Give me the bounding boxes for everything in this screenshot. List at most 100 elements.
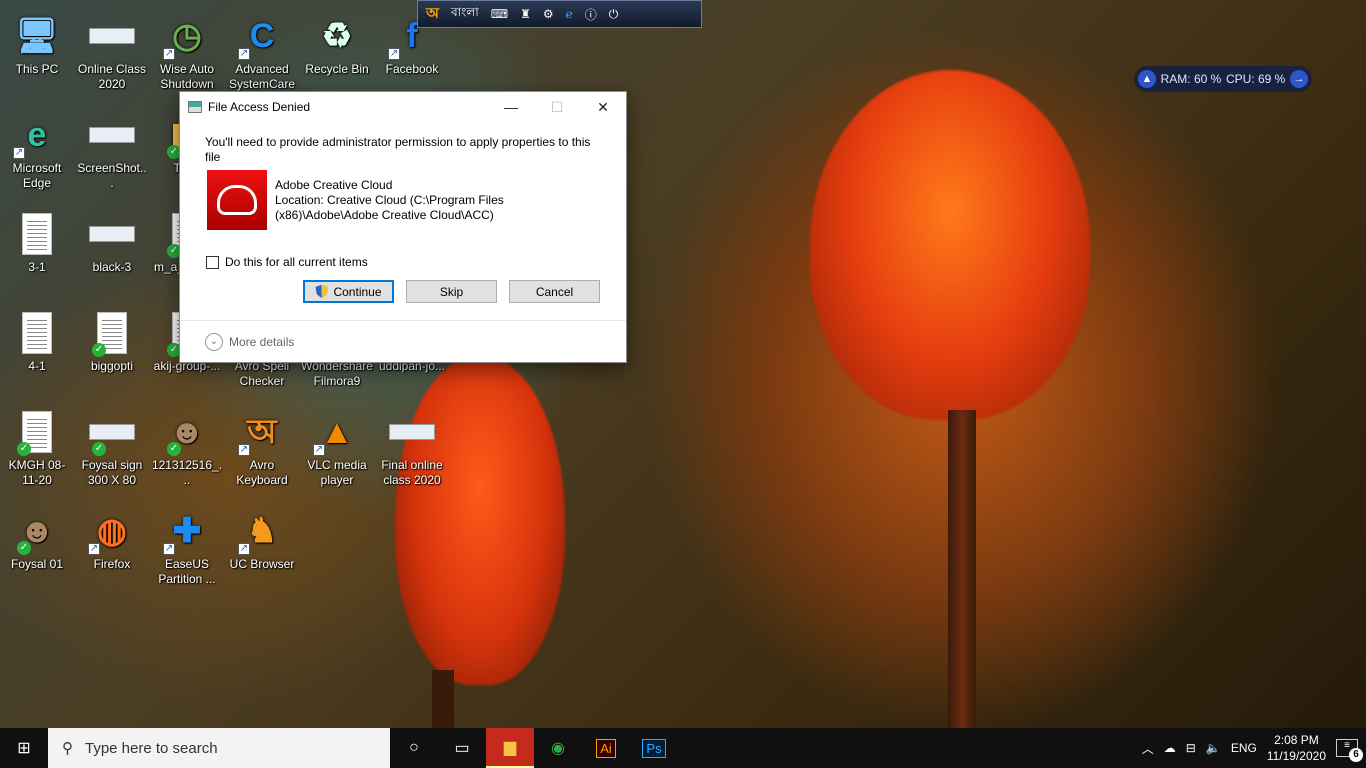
document-icon[interactable]: ✓ [88, 309, 136, 357]
desktop[interactable]: 🖥 This PC Online Class 2020 ◷ ↗ Wise Auto Shu… [0, 0, 1366, 728]
clock-date: 11/19/2020 [1266, 749, 1326, 763]
task-view-button[interactable]: ▭ [438, 728, 486, 768]
desktop-icon-label: VLC media player [307, 458, 367, 487]
search-box[interactable]: ⚲ Type here to search [48, 728, 390, 768]
document-icon[interactable]: ✓ [13, 408, 61, 456]
volume-icon[interactable]: 🔈 [1206, 741, 1221, 755]
continue-button[interactable]: Continue [303, 280, 394, 303]
desktop-icon-label: 121312516_... [151, 458, 223, 487]
desktop-icon-label: Foysal 01 [10, 557, 64, 571]
power-icon[interactable]: ⏻ [609, 7, 619, 22]
dialog-titlebar[interactable]: File Access Denied — ☐ ✕ [180, 92, 626, 122]
easeus-icon[interactable]: ✚ ↗ [163, 507, 211, 555]
taskbar: ⊞ ⚲ Type here to search ○ ▭ ▆ ◉ Ai Ps ︿ … [0, 728, 1366, 768]
desktop-icon[interactable]: ▲ ↗ VLC media player [299, 402, 375, 494]
clock[interactable]: 2:08 PM 11/19/2020 [1267, 732, 1326, 764]
desktop-icon[interactable]: ✓ Foysal sign 300 X 80 [74, 402, 150, 494]
desktop-icon[interactable]: ♞ ↗ UC Browser [224, 501, 300, 593]
arrow-right-icon[interactable]: → [1289, 70, 1308, 88]
chevron-up-icon[interactable]: ︿ [1142, 740, 1154, 757]
document-icon[interactable] [13, 309, 61, 357]
avro-logo-icon[interactable]: অ [426, 2, 439, 27]
apply-all-label[interactable]: Do this for all current items [225, 255, 368, 269]
cancel-button[interactable]: Cancel [509, 280, 600, 303]
system-monitor-widget[interactable]: ▲ RAM: 60 % CPU: 69 % → [1134, 66, 1312, 92]
firefox-icon[interactable]: ◍ ↗ [88, 507, 136, 555]
desktop-icon[interactable]: 4-1 [0, 303, 75, 395]
web-icon[interactable]: ℯ [566, 7, 573, 21]
notification-icon[interactable]: ≡ 6 [1336, 739, 1363, 762]
desktop-icon[interactable]: Final online class 2020 [374, 402, 450, 494]
image-file-icon[interactable] [88, 111, 136, 159]
desktop-icon[interactable]: ✓ KMGH 08-11-20 [0, 402, 75, 494]
skip-button[interactable]: Skip [406, 280, 497, 303]
tools-icon[interactable]: ♜ [520, 7, 531, 21]
language-indicator[interactable]: ENG [1231, 741, 1257, 755]
image-file-icon[interactable] [388, 408, 436, 456]
desktop-icon[interactable]: Online Class 2020 [74, 6, 150, 98]
shortcut-arrow-icon: ↗ [13, 147, 25, 159]
avro-language-label[interactable]: বাংলা [451, 4, 479, 24]
taskbar-photoshop[interactable]: Ps [630, 728, 678, 768]
image-file-icon[interactable] [88, 12, 136, 60]
recycle-bin-icon[interactable]: ♻ [313, 12, 361, 60]
desktop-icon[interactable]: ◷ ↗ Wise Auto Shutdown [149, 6, 225, 98]
avro-icon[interactable]: অ ↗ [238, 408, 286, 456]
tulip-stem [948, 410, 976, 728]
cloud-sync-icon[interactable]: ☁ [1164, 741, 1176, 755]
more-details-label[interactable]: More details [229, 335, 294, 349]
edge-icon[interactable]: e ↗ [13, 111, 61, 159]
image-file-icon[interactable] [88, 210, 136, 258]
desktop-icon[interactable]: ☻ ✓ 121312516_... [149, 402, 225, 494]
desktop-icon[interactable]: অ ↗ Avro Keyboard [224, 402, 300, 494]
avro-toolbar[interactable]: অ বাংলা ⌨ ♜ ⚙ ℯ ⓘ ⏻ [417, 0, 702, 28]
desktop-icon-label: KMGH 08-11-20 [8, 458, 66, 487]
help-icon[interactable]: ⓘ [585, 6, 597, 23]
chevron-down-icon[interactable]: ⌄ [205, 333, 223, 351]
uc-browser-icon[interactable]: ♞ ↗ [238, 507, 286, 555]
desktop-icon-label: black-3 [92, 260, 132, 274]
task-view-icon: ▭ [454, 740, 470, 757]
gear-icon[interactable]: ⚙ [543, 7, 554, 21]
clock-icon[interactable]: ◷ ↗ [163, 12, 211, 60]
network-icon[interactable]: ⊟ [1186, 741, 1196, 755]
apply-all-checkbox[interactable] [206, 255, 219, 269]
search-placeholder: Type here to search [85, 739, 218, 757]
dialog-title: File Access Denied [208, 100, 311, 114]
cortana-button[interactable]: ○ [390, 728, 438, 768]
desktop-icon[interactable]: C ↗ Advanced SystemCare [224, 6, 300, 98]
vlc-icon[interactable]: ▲ ↗ [313, 408, 361, 456]
photo-icon[interactable]: ☻ ✓ [163, 408, 211, 456]
ram-usage: RAM: 60 % [1160, 72, 1222, 86]
taskbar-file-explorer[interactable]: ▆ [486, 728, 534, 768]
more-details-toggle[interactable]: ⌄ More details [205, 333, 294, 351]
computer-icon[interactable]: 🖥 [13, 12, 61, 60]
desktop-icon[interactable]: ScreenShot... [74, 105, 150, 197]
desktop-icon[interactable]: 🖥 This PC [0, 6, 75, 98]
advanced-systemcare-icon[interactable]: C ↗ [238, 12, 286, 60]
desktop-icon[interactable]: ♻ Recycle Bin [299, 6, 375, 98]
sync-check-icon: ✓ [167, 442, 181, 456]
maximize-icon: ☐ [550, 98, 564, 115]
apply-all-checkbox-row[interactable]: Do this for all current items [206, 255, 368, 269]
taskbar-chrome[interactable]: ◉ [534, 728, 582, 768]
photo-icon[interactable]: ☻ ✓ [13, 507, 61, 555]
dialog-message: You'll need to provide administrator per… [205, 135, 591, 164]
desktop-icon[interactable]: black-3 [74, 204, 150, 296]
document-icon[interactable] [13, 210, 61, 258]
taskbar-illustrator[interactable]: Ai [582, 728, 630, 768]
sync-check-icon: ✓ [17, 541, 31, 555]
close-icon[interactable]: ✕ [580, 92, 626, 122]
desktop-icon[interactable]: ☻ ✓ Foysal 01 [0, 501, 75, 593]
start-button[interactable]: ⊞ [0, 728, 48, 768]
minimize-icon[interactable]: — [488, 92, 534, 122]
desktop-icon[interactable]: ✓ biggopti [74, 303, 150, 395]
desktop-icon[interactable]: e↗Microsoft Edge [0, 105, 75, 197]
image-file-icon[interactable]: ✓ [88, 408, 136, 456]
rocket-icon[interactable]: ▲ [1138, 70, 1156, 88]
keyboard-layout-icon[interactable]: ⌨ [491, 7, 508, 21]
shortcut-arrow-icon: ↗ [238, 48, 250, 60]
desktop-icon[interactable]: ✚ ↗ EaseUS Partition ... [149, 501, 225, 593]
desktop-icon[interactable]: ◍ ↗ Firefox [74, 501, 150, 593]
desktop-icon[interactable]: 3-1 [0, 204, 75, 296]
